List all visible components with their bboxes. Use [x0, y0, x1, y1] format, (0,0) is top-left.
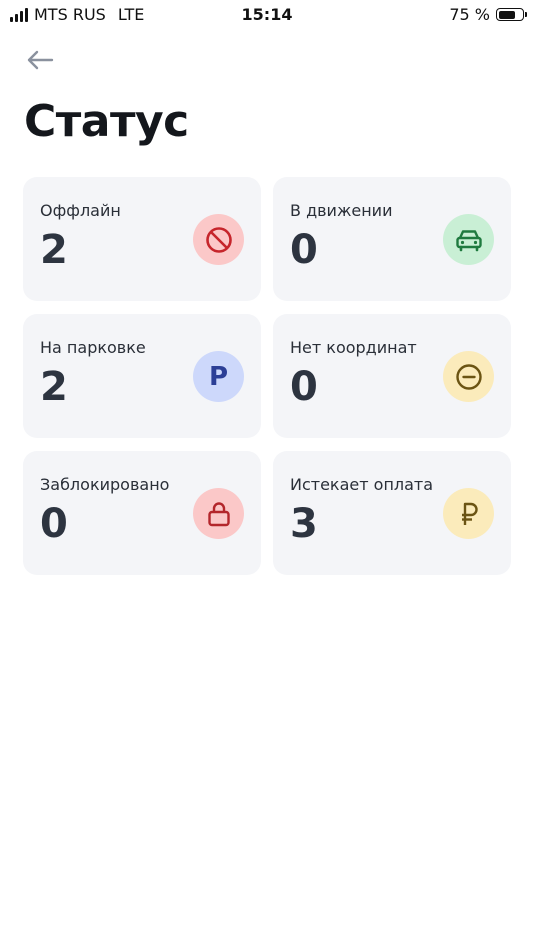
status-card-parking[interactable]: На парковке 2 P	[23, 314, 261, 438]
arrow-left-icon	[27, 50, 54, 70]
lock-icon	[193, 488, 244, 539]
card-value: 3	[290, 501, 318, 547]
status-card-payment-expiring[interactable]: Истекает оплата 3	[273, 451, 511, 575]
card-value: 0	[290, 364, 318, 410]
card-value: 2	[40, 364, 68, 410]
battery-percent: 75 %	[449, 5, 490, 24]
battery-icon	[496, 8, 527, 21]
card-label: На парковке	[40, 338, 146, 357]
card-label: Нет координат	[290, 338, 417, 357]
status-card-blocked[interactable]: Заблокировано 0	[23, 451, 261, 575]
card-label: Истекает оплата	[290, 475, 434, 494]
card-value: 0	[40, 501, 68, 547]
status-bar: MTS RUS LTE 15:14 75 %	[0, 0, 534, 30]
car-icon	[443, 214, 494, 265]
minus-circle-icon	[443, 351, 494, 402]
card-value: 0	[290, 227, 318, 273]
status-card-no-coordinates[interactable]: Нет координат 0	[273, 314, 511, 438]
ruble-icon	[443, 488, 494, 539]
status-bar-right: 75 %	[449, 5, 527, 24]
status-grid: Оффлайн 2 В движении 0 На парковке 2 P Н…	[23, 177, 511, 575]
card-label: Заблокировано	[40, 475, 170, 494]
card-label: В движении	[290, 201, 393, 220]
back-button[interactable]	[22, 44, 58, 76]
status-card-offline[interactable]: Оффлайн 2	[23, 177, 261, 301]
card-value: 2	[40, 227, 68, 273]
parking-icon-letter: P	[208, 361, 229, 392]
page-title: Статус	[24, 96, 189, 147]
status-card-moving[interactable]: В движении 0	[273, 177, 511, 301]
card-label: Оффлайн	[40, 201, 121, 220]
forbidden-icon	[193, 214, 244, 265]
parking-icon: P	[193, 351, 244, 402]
